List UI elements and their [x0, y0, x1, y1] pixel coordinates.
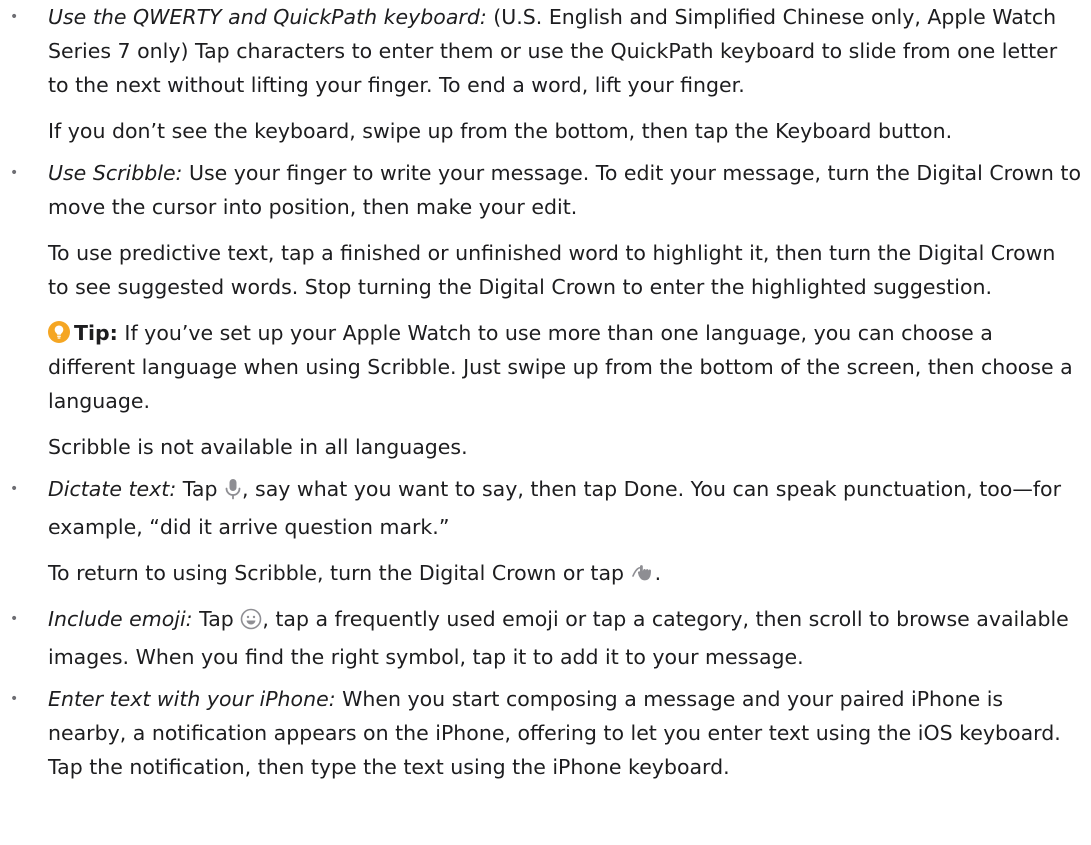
emoji-description: Include emoji: Tap , tap a frequently us… [48, 602, 1081, 674]
predictive-text-paragraph: To use predictive text, tap a finished o… [48, 241, 1056, 299]
return-to-scribble: To return to using Scribble, turn the Di… [48, 556, 1081, 594]
bullet-icon: • [10, 691, 19, 707]
list-item-dictate: • Dictate text: Tap , say what you want … [0, 472, 1091, 594]
tip-label: Tip: [74, 321, 118, 345]
microphone-icon [224, 476, 242, 510]
input-methods-list: • Use the QWERTY and QuickPath keyboard:… [0, 0, 1091, 784]
qwerty-subtext: If you don’t see the keyboard, swipe up … [48, 119, 953, 143]
bullet-icon: • [10, 165, 19, 181]
return-text-b: . [654, 561, 662, 585]
qwerty-lead: Use the QWERTY and QuickPath keyboard: [48, 5, 487, 29]
dictate-description: Dictate text: Tap , say what you want to… [48, 472, 1081, 544]
emoji-face-icon [240, 606, 262, 640]
qwerty-description: Use the QWERTY and QuickPath keyboard: (… [48, 0, 1081, 102]
scribble-description: Use Scribble: Use your finger to write y… [48, 156, 1081, 224]
list-item-scribble: • Use Scribble: Use your finger to write… [0, 156, 1091, 464]
scribble-lead: Use Scribble: [48, 161, 183, 185]
lightbulb-icon [48, 319, 70, 343]
emoji-lead: Include emoji: [48, 607, 193, 631]
return-text-a: To return to using Scribble, turn the Di… [48, 561, 631, 585]
scribble-hand-icon [631, 560, 655, 594]
iphone-lead: Enter text with your iPhone: [48, 687, 336, 711]
list-item-qwerty: • Use the QWERTY and QuickPath keyboard:… [0, 0, 1091, 148]
dictate-text-a: Tap [176, 477, 224, 501]
help-article: • Use the QWERTY and QuickPath keyboard:… [0, 0, 1091, 845]
iphone-description: Enter text with your iPhone: When you st… [48, 682, 1081, 784]
list-item-iphone: • Enter text with your iPhone: When you … [0, 682, 1091, 784]
dictate-lead: Dictate text: [48, 477, 177, 501]
tip-text: If you’ve set up your Apple Watch to use… [48, 321, 1073, 413]
bullet-icon: • [10, 481, 19, 497]
list-item-emoji: • Include emoji: Tap , tap a frequently … [0, 602, 1091, 674]
tip-callout: Tip: If you’ve set up your Apple Watch t… [48, 316, 1081, 418]
scribble-text: Use your finger to write your message. T… [48, 161, 1082, 219]
bullet-icon: • [10, 9, 19, 25]
emoji-text-a: Tap [192, 607, 241, 631]
scribble-availability: Scribble is not available in all languag… [48, 435, 468, 459]
bullet-icon: • [10, 611, 19, 627]
